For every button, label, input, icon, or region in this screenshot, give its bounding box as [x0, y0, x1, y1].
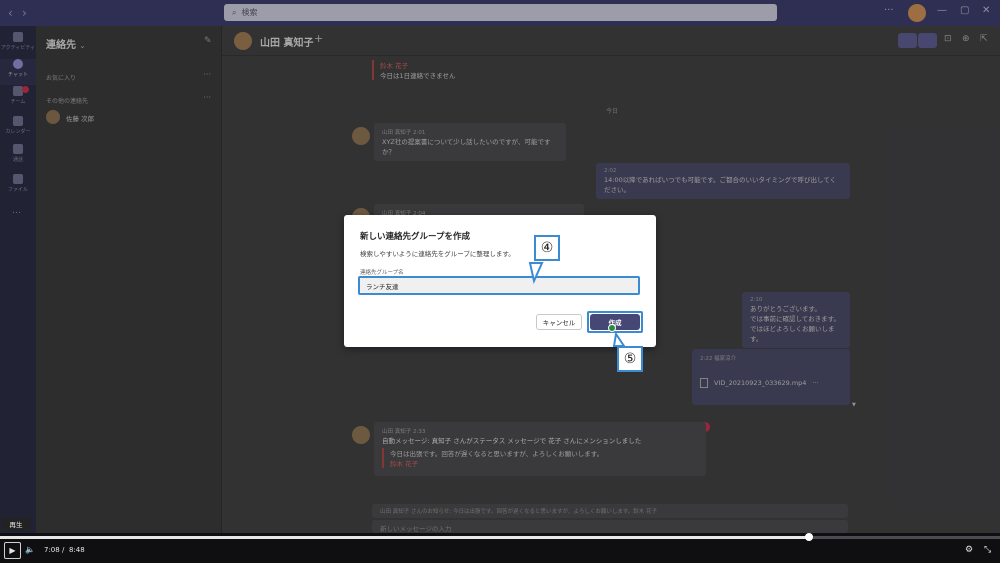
play-icon: ▶ — [9, 546, 16, 555]
cancel-button[interactable]: キャンセル — [536, 314, 582, 330]
mouse-cursor-icon — [608, 324, 616, 332]
settings-gear-icon[interactable]: ⚙ — [965, 545, 973, 555]
step4-callout: ④ — [534, 235, 560, 261]
time-separator: / — [62, 546, 65, 554]
volume-icon[interactable]: 🔈 — [25, 545, 35, 554]
exit-fullscreen-icon[interactable]: ⤡ — [984, 545, 991, 555]
step4-highlight — [358, 276, 640, 295]
dialog-description: 検索しやすいように連絡先をグループに整理します。 — [360, 250, 515, 258]
current-time: 7:08 — [44, 546, 60, 554]
step5-callout: ⑤ — [617, 346, 643, 372]
duration: 8:48 — [69, 546, 85, 554]
play-tooltip: 再生 — [2, 518, 30, 530]
progress-fill — [0, 536, 809, 539]
dialog-title: 新しい連絡先グループを作成 — [360, 232, 470, 242]
group-name-label: 連絡先グループ名 — [360, 270, 404, 276]
play-button[interactable]: ▶ — [4, 542, 21, 559]
progress-handle[interactable] — [805, 533, 813, 541]
